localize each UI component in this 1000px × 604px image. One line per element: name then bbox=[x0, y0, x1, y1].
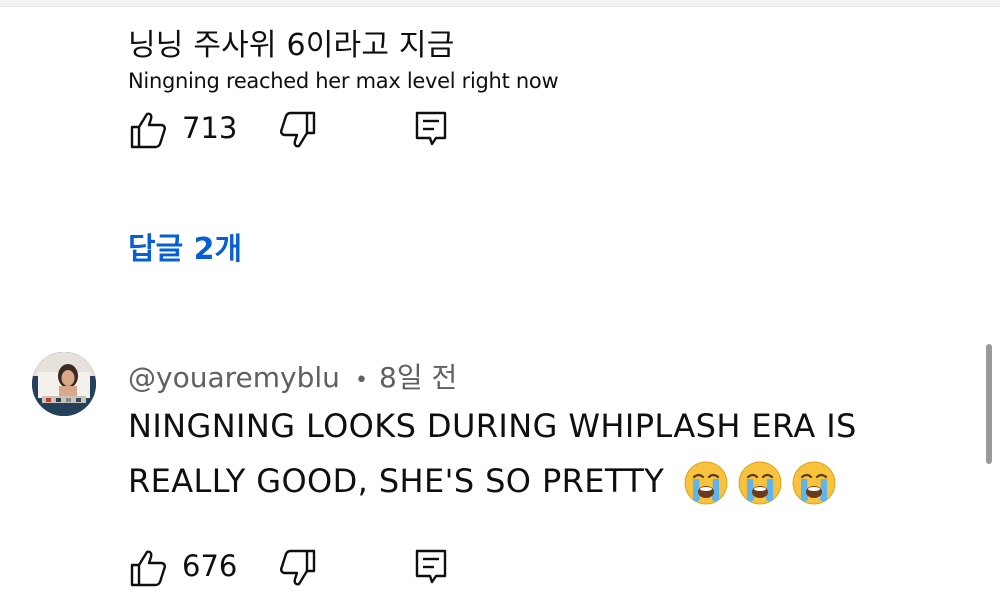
avatar[interactable] bbox=[32, 352, 96, 416]
dislike-button[interactable] bbox=[278, 110, 318, 150]
comment-meta: @youaremyblu • 8일 전 bbox=[128, 356, 457, 396]
loudly-crying-face-emoji bbox=[684, 461, 728, 505]
dislike-icon bbox=[280, 111, 316, 148]
reply-button-2[interactable] bbox=[414, 548, 450, 588]
like-button-2[interactable] bbox=[128, 548, 168, 588]
dislike-icon bbox=[280, 549, 316, 586]
comment-body-line-2: REALLY GOOD, SHE'S SO PRETTY bbox=[128, 460, 837, 506]
scrollbar-thumb[interactable] bbox=[986, 344, 992, 464]
like-button[interactable] bbox=[128, 110, 168, 150]
top-divider bbox=[0, 0, 1000, 7]
avatar-image bbox=[32, 352, 96, 416]
dislike-button-2[interactable] bbox=[278, 548, 318, 588]
loudly-crying-face-emoji bbox=[792, 461, 836, 505]
like-icon bbox=[130, 112, 166, 149]
reply-icon bbox=[415, 111, 447, 146]
reply-icon bbox=[415, 549, 447, 584]
reply-button[interactable] bbox=[414, 110, 450, 150]
like-count-2: 676 bbox=[182, 549, 238, 583]
view-replies-link[interactable]: 답글 2개 bbox=[128, 224, 242, 268]
comment-text: 닝닝 주사위 6이라고 지금 bbox=[128, 28, 455, 63]
like-icon bbox=[130, 550, 166, 587]
like-count: 713 bbox=[182, 111, 238, 145]
emoji-row bbox=[675, 461, 837, 505]
author-handle[interactable]: @youaremyblu bbox=[128, 361, 340, 394]
comment-translation: Ningning reached her max level right now bbox=[128, 69, 559, 93]
comment-body-text: REALLY GOOD, SHE'S SO PRETTY bbox=[128, 462, 665, 500]
loudly-crying-face-emoji bbox=[738, 461, 782, 505]
meta-separator: • bbox=[354, 368, 368, 393]
comment-body-line-1: NINGNING LOOKS DURING WHIPLASH ERA IS bbox=[128, 407, 857, 445]
comment-timestamp: 8일 전 bbox=[379, 361, 458, 394]
